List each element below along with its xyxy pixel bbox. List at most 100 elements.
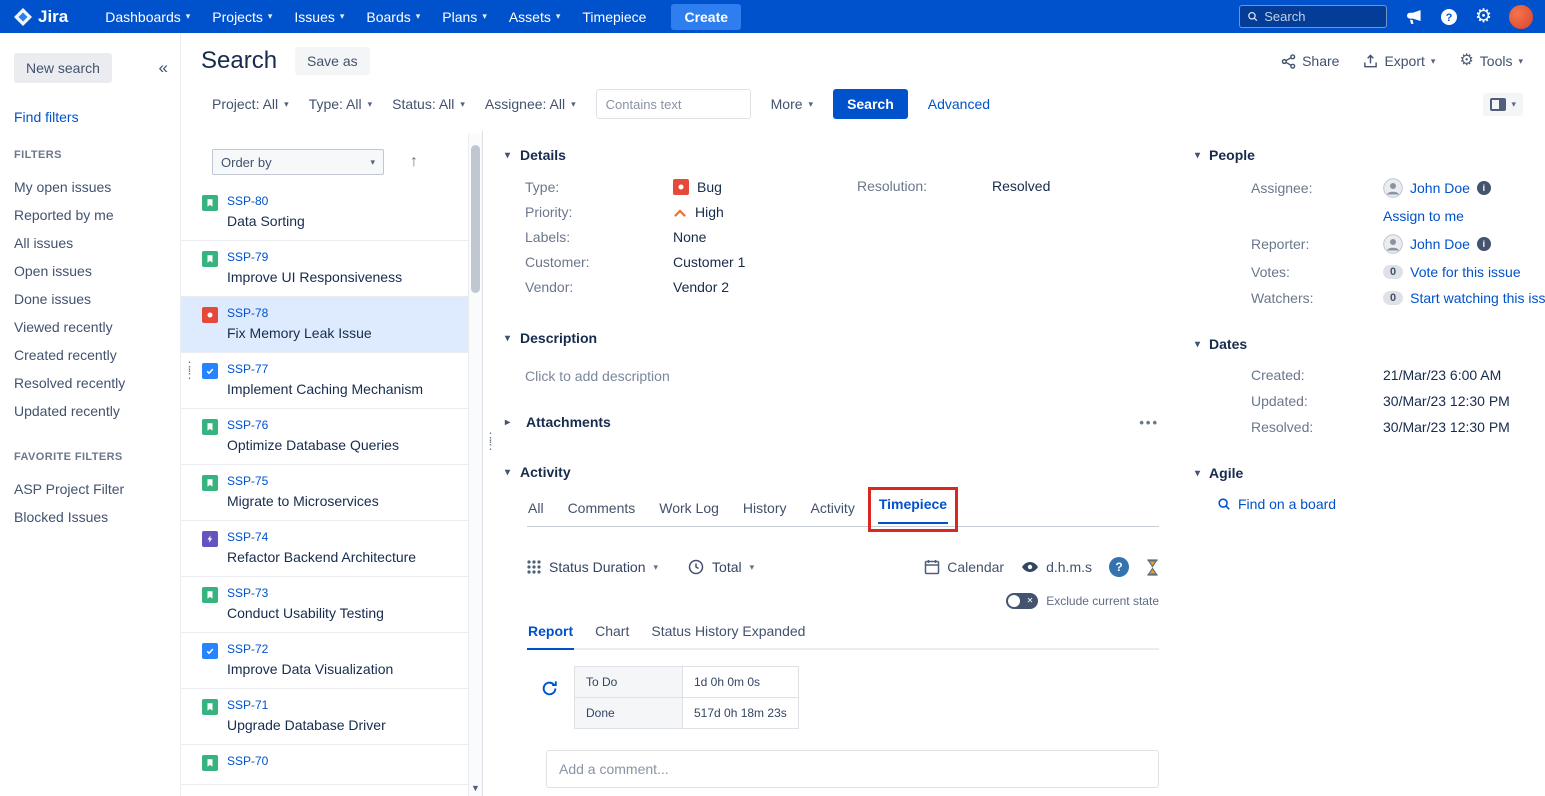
sidebar-item-created-recently[interactable]: Created recently bbox=[14, 341, 180, 369]
export-button[interactable]: Export ▾ bbox=[1363, 53, 1435, 69]
user-avatar[interactable] bbox=[1509, 5, 1533, 29]
issue-row[interactable]: SSP-74Refactor Backend Architecture bbox=[181, 521, 468, 577]
new-search-button[interactable]: New search bbox=[14, 53, 112, 83]
nav-timepiece[interactable]: Timepiece bbox=[571, 9, 657, 25]
nav-issues[interactable]: Issues▾ bbox=[283, 9, 355, 25]
info-icon[interactable]: i bbox=[1477, 181, 1491, 195]
assign-to-me-link[interactable]: Assign to me bbox=[1383, 208, 1464, 224]
share-button[interactable]: Share bbox=[1281, 53, 1339, 69]
chevron-down-icon[interactable]: ▾ bbox=[505, 150, 510, 161]
issue-key[interactable]: SSP-71 bbox=[227, 698, 386, 712]
issue-row[interactable]: SSP-72Improve Data Visualization bbox=[181, 633, 468, 689]
more-filters-dropdown[interactable]: More▾ bbox=[771, 96, 813, 112]
issue-row[interactable]: SSP-76Optimize Database Queries bbox=[181, 409, 468, 465]
find-filters-link[interactable]: Find filters bbox=[14, 109, 180, 125]
tab-activity[interactable]: Activity bbox=[809, 496, 855, 526]
vote-for-issue-link[interactable]: Vote for this issue bbox=[1410, 264, 1521, 280]
sidebar-item-asp-project-filter[interactable]: ASP Project Filter bbox=[14, 475, 180, 503]
global-search-input[interactable] bbox=[1264, 9, 1379, 24]
nav-projects[interactable]: Projects▾ bbox=[201, 9, 283, 25]
description-placeholder[interactable]: Click to add description bbox=[525, 368, 1189, 384]
panel-resize-handle[interactable]: ⋮⋮ bbox=[484, 434, 497, 448]
calendar-button[interactable]: Calendar bbox=[924, 559, 1004, 575]
details-section-header[interactable]: ▾ Details bbox=[505, 147, 1189, 163]
refresh-icon[interactable] bbox=[541, 680, 558, 700]
order-by-select[interactable]: Order by▾ bbox=[212, 149, 384, 175]
scrollbar-thumb[interactable] bbox=[471, 145, 480, 293]
sidebar-item-updated-recently[interactable]: Updated recently bbox=[14, 397, 180, 425]
sidebar-item-done-issues[interactable]: Done issues bbox=[14, 285, 180, 313]
start-watching-link[interactable]: Start watching this issue bbox=[1410, 290, 1545, 306]
attachments-section-header[interactable]: ▸ Attachments ••• bbox=[505, 414, 1189, 430]
chevron-down-icon[interactable]: ▾ bbox=[505, 333, 510, 344]
sidebar-item-reported-by-me[interactable]: Reported by me bbox=[14, 201, 180, 229]
help-icon[interactable]: ? bbox=[1440, 8, 1458, 26]
sidebar-item-viewed-recently[interactable]: Viewed recently bbox=[14, 313, 180, 341]
assignee-filter-dropdown[interactable]: Assignee: All▾ bbox=[485, 96, 576, 112]
issue-list-scrollbar[interactable]: ▼ bbox=[468, 133, 482, 796]
dates-section-header[interactable]: ▾ Dates bbox=[1195, 336, 1545, 352]
sort-direction-button[interactable]: ↑ bbox=[410, 153, 418, 171]
issue-key[interactable]: SSP-73 bbox=[227, 586, 384, 600]
assignee-name-link[interactable]: John Doe bbox=[1410, 180, 1470, 196]
issue-key[interactable]: SSP-72 bbox=[227, 642, 393, 656]
collapse-sidebar-icon[interactable]: « bbox=[159, 58, 168, 78]
nav-boards[interactable]: Boards▾ bbox=[355, 9, 431, 25]
scrollbar-down-arrow[interactable]: ▼ bbox=[471, 783, 480, 793]
reporter-name-link[interactable]: John Doe bbox=[1410, 236, 1470, 252]
agile-section-header[interactable]: ▾ Agile bbox=[1195, 465, 1545, 481]
exclude-current-state-toggle[interactable] bbox=[1006, 593, 1038, 609]
sidebar-item-blocked-issues[interactable]: Blocked Issues bbox=[14, 503, 180, 531]
sidebar-item-open-issues[interactable]: Open issues bbox=[14, 257, 180, 285]
tools-button[interactable]: ⚙ Tools ▾ bbox=[1459, 53, 1523, 69]
status-duration-dropdown[interactable]: Status Duration ▾ bbox=[527, 559, 658, 575]
issue-row[interactable]: SSP-75Migrate to Microservices bbox=[181, 465, 468, 521]
create-button[interactable]: Create bbox=[671, 4, 741, 30]
status-filter-dropdown[interactable]: Status: All▾ bbox=[392, 96, 465, 112]
activity-section-header[interactable]: ▾ Activity bbox=[505, 464, 1189, 480]
issue-key[interactable]: SSP-77 bbox=[227, 362, 423, 376]
issue-row[interactable]: SSP-79Improve UI Responsiveness bbox=[181, 241, 468, 297]
sidebar-item-all-issues[interactable]: All issues bbox=[14, 229, 180, 257]
tab-status-history-expanded[interactable]: Status History Expanded bbox=[650, 623, 806, 648]
issue-row[interactable]: SSP-80Data Sorting bbox=[181, 185, 468, 241]
view-switcher-button[interactable]: ▾ bbox=[1483, 93, 1523, 116]
tab-all[interactable]: All bbox=[527, 496, 545, 526]
issue-key[interactable]: SSP-70 bbox=[227, 754, 268, 768]
attachments-more-button[interactable]: ••• bbox=[1139, 415, 1159, 430]
nav-assets[interactable]: Assets▾ bbox=[498, 9, 572, 25]
project-filter-dropdown[interactable]: Project: All▾ bbox=[212, 96, 289, 112]
settings-gear-icon[interactable]: ⚙ bbox=[1475, 7, 1492, 26]
tab-work-log[interactable]: Work Log bbox=[658, 496, 720, 526]
issue-key[interactable]: SSP-79 bbox=[227, 250, 402, 264]
chevron-right-icon[interactable]: ▸ bbox=[505, 417, 510, 428]
sidebar-item-my-open-issues[interactable]: My open issues bbox=[14, 173, 180, 201]
dhms-format-button[interactable]: d.h.m.s bbox=[1021, 559, 1092, 575]
issue-key[interactable]: SSP-75 bbox=[227, 474, 379, 488]
tab-timepiece[interactable]: Timepiece bbox=[878, 492, 948, 524]
nav-plans[interactable]: Plans▾ bbox=[431, 9, 498, 25]
contains-text-input[interactable] bbox=[596, 89, 751, 119]
nav-dashboards[interactable]: Dashboards▾ bbox=[94, 9, 201, 25]
total-dropdown[interactable]: Total ▾ bbox=[688, 559, 754, 575]
issue-key[interactable]: SSP-76 bbox=[227, 418, 399, 432]
chevron-down-icon[interactable]: ▾ bbox=[505, 467, 510, 478]
add-comment-field[interactable]: Add a comment... bbox=[546, 750, 1159, 788]
panel-resize-handle[interactable]: ⋮⋮ bbox=[183, 363, 196, 377]
issue-row[interactable]: SSP-70 bbox=[181, 745, 468, 785]
info-icon[interactable]: i bbox=[1477, 237, 1491, 251]
chevron-down-icon[interactable]: ▾ bbox=[1195, 468, 1200, 479]
issue-row-selected[interactable]: SSP-78Fix Memory Leak Issue bbox=[181, 297, 468, 353]
sidebar-item-resolved-recently[interactable]: Resolved recently bbox=[14, 369, 180, 397]
issue-row[interactable]: SSP-73Conduct Usability Testing bbox=[181, 577, 468, 633]
global-search-box[interactable] bbox=[1239, 5, 1387, 28]
issue-row[interactable]: SSP-71Upgrade Database Driver bbox=[181, 689, 468, 745]
announcement-icon[interactable] bbox=[1404, 8, 1423, 25]
timepiece-help-icon[interactable]: ? bbox=[1109, 557, 1129, 577]
description-section-header[interactable]: ▾ Description bbox=[505, 330, 1189, 346]
tab-report[interactable]: Report bbox=[527, 623, 574, 650]
advanced-search-link[interactable]: Advanced bbox=[928, 96, 990, 112]
tab-chart[interactable]: Chart bbox=[594, 623, 630, 648]
issue-key[interactable]: SSP-80 bbox=[227, 194, 305, 208]
jira-logo[interactable]: Jira bbox=[14, 7, 68, 27]
